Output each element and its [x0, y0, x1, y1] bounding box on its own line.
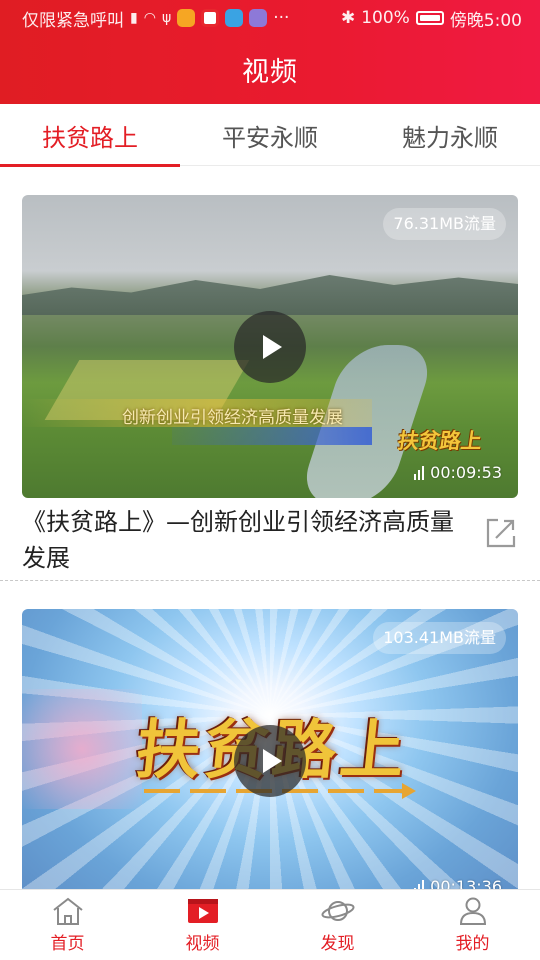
duration-label: 00:09:53 [414, 463, 502, 482]
signal-bars-icon [414, 879, 425, 889]
wifi-icon: ◠ [143, 10, 156, 26]
nav-label: 视频 [185, 934, 220, 954]
tab-fupin-lushang[interactable]: 扶贫路上 [0, 104, 180, 167]
thumbnail-hills [22, 275, 518, 315]
traffic-badge: 103.41MB流量 [373, 622, 506, 654]
app-header: 仅限紧急呼叫 ▮ ◠ ψ ··· ✱ 100% 傍晚5:00 视频 [0, 0, 540, 104]
thumbnail-arrowhead [402, 783, 416, 799]
usb-icon: ψ [161, 10, 172, 26]
nav-label: 发现 [320, 934, 355, 954]
status-bar: 仅限紧急呼叫 ▮ ◠ ψ ··· ✱ 100% 傍晚5:00 [0, 0, 540, 36]
nav-home[interactable]: 首页 [0, 890, 135, 960]
video-thumbnail[interactable]: 创新创业引领经济高质量发展 扶贫路上 76.31MB流量 00:09:53 [22, 195, 518, 498]
duration-label: 00:13:36 [414, 877, 502, 889]
play-icon[interactable] [234, 311, 306, 383]
tab-meili-yongshun[interactable]: 魅力永顺 [360, 104, 540, 166]
notification-app-icon [177, 9, 196, 27]
duration-text: 00:09:53 [430, 463, 502, 482]
signal-icon: ▮ [130, 10, 138, 26]
notification-app-icon [201, 9, 220, 27]
card-divider [0, 580, 540, 581]
battery-percent: 100% [361, 8, 410, 28]
play-icon[interactable] [234, 725, 306, 797]
category-tabs: 扶贫路上 平安永顺 魅力永顺 [0, 104, 540, 167]
duration-text: 00:13:36 [430, 877, 502, 889]
thumbnail-glow [22, 689, 142, 809]
bluetooth-icon: ✱ [340, 8, 356, 28]
home-icon [52, 897, 83, 925]
clock: 傍晚5:00 [449, 10, 522, 31]
thumbnail-caption: 创新创业引领经济高质量发展 [122, 408, 343, 428]
signal-bars-icon [414, 465, 425, 480]
bottom-nav: 首页 视频 发现 我的 [0, 889, 540, 960]
battery-icon [415, 11, 444, 25]
traffic-badge: 76.31MB流量 [383, 208, 506, 240]
video-title[interactable]: 《扶贫路上》—创新创业引领经济高质量发展 [22, 504, 462, 576]
notification-app-icon [249, 9, 268, 27]
screen: 仅限紧急呼叫 ▮ ◠ ψ ··· ✱ 100% 傍晚5:00 视频 扶贫路上 平… [0, 0, 540, 960]
share-icon[interactable] [484, 516, 518, 550]
user-icon [459, 897, 486, 925]
tab-pingan-yongshun[interactable]: 平安永顺 [180, 104, 360, 166]
more-notifications-icon: ··· [273, 8, 290, 28]
nav-video[interactable]: 视频 [135, 890, 270, 960]
video-thumbnail[interactable]: 扶贫路上 103.41MB流量 00:13:36 [22, 609, 518, 889]
video-icon [187, 899, 218, 923]
video-feed[interactable]: 创新创业引领经济高质量发展 扶贫路上 76.31MB流量 00:09:53 《扶… [0, 167, 540, 889]
nav-discover[interactable]: 发现 [270, 890, 405, 960]
planet-icon [320, 901, 355, 921]
notification-app-icon [225, 9, 244, 27]
carrier-text: 仅限紧急呼叫 [22, 10, 124, 31]
nav-label: 首页 [50, 934, 85, 954]
page-title: 视频 [242, 57, 298, 88]
nav-profile[interactable]: 我的 [405, 890, 540, 960]
thumbnail-logo: 扶贫路上 [396, 429, 484, 453]
thumbnail-banner-bar [172, 427, 372, 445]
video-card[interactable]: 扶贫路上 103.41MB流量 00:13:36 [22, 609, 518, 889]
nav-label: 我的 [455, 934, 490, 954]
video-card[interactable]: 创新创业引领经济高质量发展 扶贫路上 76.31MB流量 00:09:53 《扶… [0, 195, 540, 581]
